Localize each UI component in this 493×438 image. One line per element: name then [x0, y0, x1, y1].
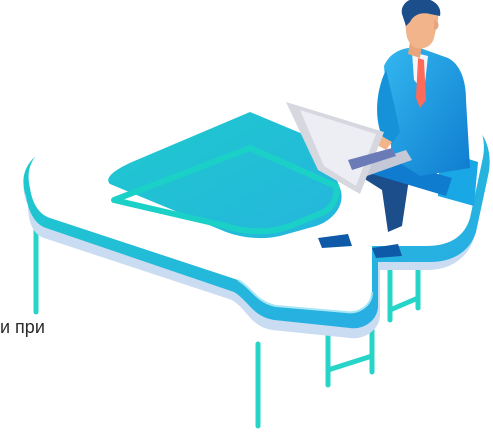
leg-crossbar-right [387, 295, 421, 313]
cropped-text-fragment: и при [0, 317, 45, 337]
illustration-stage: и при [0, 0, 493, 438]
leg-crossbar [325, 353, 375, 373]
desk-illustration [23, 0, 490, 429]
ear [434, 20, 439, 30]
